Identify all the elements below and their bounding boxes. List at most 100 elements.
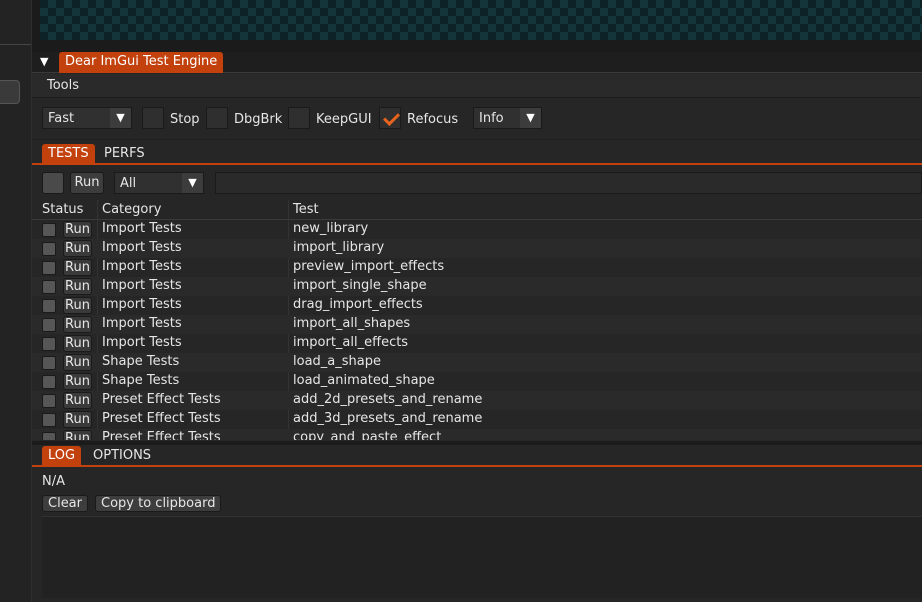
log-tab-bar: LOG OPTIONS <box>32 445 922 467</box>
test-filter-input[interactable] <box>215 172 922 194</box>
table-row[interactable]: Run Import Tests preview_import_effects <box>32 258 922 277</box>
test-category: Import Tests <box>102 240 182 255</box>
test-name: load_a_shape <box>293 354 381 369</box>
checkerboard-viewport <box>40 0 922 40</box>
header-test[interactable]: Test <box>293 202 319 217</box>
keepgui-checkbox[interactable] <box>288 107 310 129</box>
test-name: add_2d_presets_and_rename <box>293 392 483 407</box>
test-name: copy_and_paste_effect <box>293 430 442 440</box>
test-category: Import Tests <box>102 316 182 331</box>
header-category[interactable]: Category <box>102 202 161 217</box>
test-engine-window: ▼ Dear ImGui Test Engine Tools Fast ▼ St… <box>32 52 922 602</box>
window-title-tab[interactable]: Dear ImGui Test Engine <box>59 52 224 73</box>
run-test-button[interactable]: Run <box>63 392 92 409</box>
status-indicator <box>42 318 56 332</box>
test-category: Import Tests <box>102 221 182 236</box>
tab-tests[interactable]: TESTS <box>42 144 95 164</box>
collapse-arrow-icon[interactable]: ▼ <box>40 55 48 68</box>
table-row[interactable]: Run Import Tests import_library <box>32 239 922 258</box>
keepgui-label: KeepGUI <box>316 112 372 127</box>
status-indicator <box>42 337 56 351</box>
status-indicator <box>42 356 56 370</box>
table-row[interactable]: Run Import Tests new_library <box>32 220 922 239</box>
header-status[interactable]: Status <box>42 202 83 217</box>
test-category: Shape Tests <box>102 354 180 369</box>
clear-log-button[interactable]: Clear <box>42 495 88 512</box>
status-indicator <box>42 375 56 389</box>
table-row[interactable]: Run Shape Tests load_a_shape <box>32 353 922 372</box>
run-test-button[interactable]: Run <box>63 411 92 428</box>
test-category: Preset Effect Tests <box>102 411 221 426</box>
tests-table: Status Category Test Run Import Tests new_… <box>32 200 922 440</box>
verbosity-combo[interactable]: Info ▼ <box>473 107 542 129</box>
tab-perfs[interactable]: PERFS <box>98 144 151 164</box>
dbgbrk-label: DbgBrk <box>234 112 283 127</box>
test-category: Preset Effect Tests <box>102 430 221 440</box>
test-name: import_all_shapes <box>293 316 411 331</box>
table-row[interactable]: Run Import Tests drag_import_effects <box>32 296 922 315</box>
status-indicator <box>42 242 56 256</box>
status-indicator <box>42 223 56 237</box>
run-test-button[interactable]: Run <box>63 373 92 390</box>
log-output-area[interactable] <box>42 516 922 598</box>
run-test-button[interactable]: Run <box>63 259 92 276</box>
table-row[interactable]: Run Preset Effect Tests add_2d_presets_and… <box>32 391 922 410</box>
stop-checkbox[interactable] <box>142 107 164 129</box>
table-row[interactable]: Run Shape Tests load_animated_shape <box>32 372 922 391</box>
test-category: Import Tests <box>102 297 182 312</box>
table-row[interactable]: Run Preset Effect Tests add_3d_presets_and… <box>32 410 922 429</box>
run-test-button[interactable]: Run <box>63 430 92 440</box>
test-group-value: All <box>120 176 137 191</box>
test-name: new_library <box>293 221 369 236</box>
run-test-button[interactable]: Run <box>63 278 92 295</box>
table-header: Status Category Test <box>32 200 922 220</box>
run-options-toolbar: Fast ▼ Stop DbgBrk KeepGUI Refocus Info … <box>32 98 922 140</box>
run-all-button[interactable]: Run <box>70 172 104 194</box>
run-test-button[interactable]: Run <box>63 335 92 352</box>
log-status-text: N/A <box>42 474 65 489</box>
speed-combo-value: Fast <box>48 111 75 126</box>
tab-log[interactable]: LOG <box>42 446 82 466</box>
speed-combo[interactable]: Fast ▼ <box>42 107 132 129</box>
table-row[interactable]: Run Import Tests import_all_shapes <box>32 315 922 334</box>
verbosity-combo-value: Info <box>479 111 504 126</box>
refocus-checkbox[interactable] <box>379 107 401 129</box>
left-panel-divider <box>0 44 31 45</box>
table-row[interactable]: Run Preset Effect Tests copy_and_paste_eff… <box>32 429 922 440</box>
test-group-combo[interactable]: All ▼ <box>114 172 204 194</box>
test-name: drag_import_effects <box>293 297 423 312</box>
main-tab-bar: TESTS PERFS <box>32 143 922 165</box>
table-rows: Run Import Tests new_library Run Import Tes… <box>32 220 922 440</box>
chevron-down-icon[interactable]: ▼ <box>520 108 541 128</box>
test-category: Shape Tests <box>102 373 180 388</box>
test-category: Import Tests <box>102 335 182 350</box>
test-category: Preset Effect Tests <box>102 392 221 407</box>
menu-item-tools[interactable]: Tools <box>47 78 79 93</box>
status-indicator <box>42 432 56 440</box>
left-side-panel <box>0 0 32 602</box>
test-category: Import Tests <box>102 259 182 274</box>
left-panel-button[interactable] <box>0 80 20 104</box>
run-test-button[interactable]: Run <box>63 221 92 238</box>
table-row[interactable]: Run Import Tests import_all_effects <box>32 334 922 353</box>
run-test-button[interactable]: Run <box>63 354 92 371</box>
test-name: import_library <box>293 240 385 255</box>
dbgbrk-checkbox[interactable] <box>206 107 228 129</box>
status-indicator <box>42 413 56 427</box>
chevron-down-icon[interactable]: ▼ <box>110 108 131 128</box>
test-name: import_all_effects <box>293 335 409 350</box>
select-all-toggle[interactable] <box>42 172 64 194</box>
stop-label: Stop <box>170 112 200 127</box>
run-test-button[interactable]: Run <box>63 297 92 314</box>
run-test-button[interactable]: Run <box>63 240 92 257</box>
table-row[interactable]: Run Import Tests import_single_shape <box>32 277 922 296</box>
tab-options[interactable]: OPTIONS <box>87 446 157 466</box>
run-test-button[interactable]: Run <box>63 316 92 333</box>
test-filter-row: Run All ▼ <box>32 170 922 196</box>
chevron-down-icon[interactable]: ▼ <box>182 173 203 193</box>
status-indicator <box>42 261 56 275</box>
status-indicator <box>42 394 56 408</box>
refocus-label: Refocus <box>407 112 459 127</box>
copy-to-clipboard-button[interactable]: Copy to clipboard <box>95 495 222 512</box>
status-indicator <box>42 280 56 294</box>
